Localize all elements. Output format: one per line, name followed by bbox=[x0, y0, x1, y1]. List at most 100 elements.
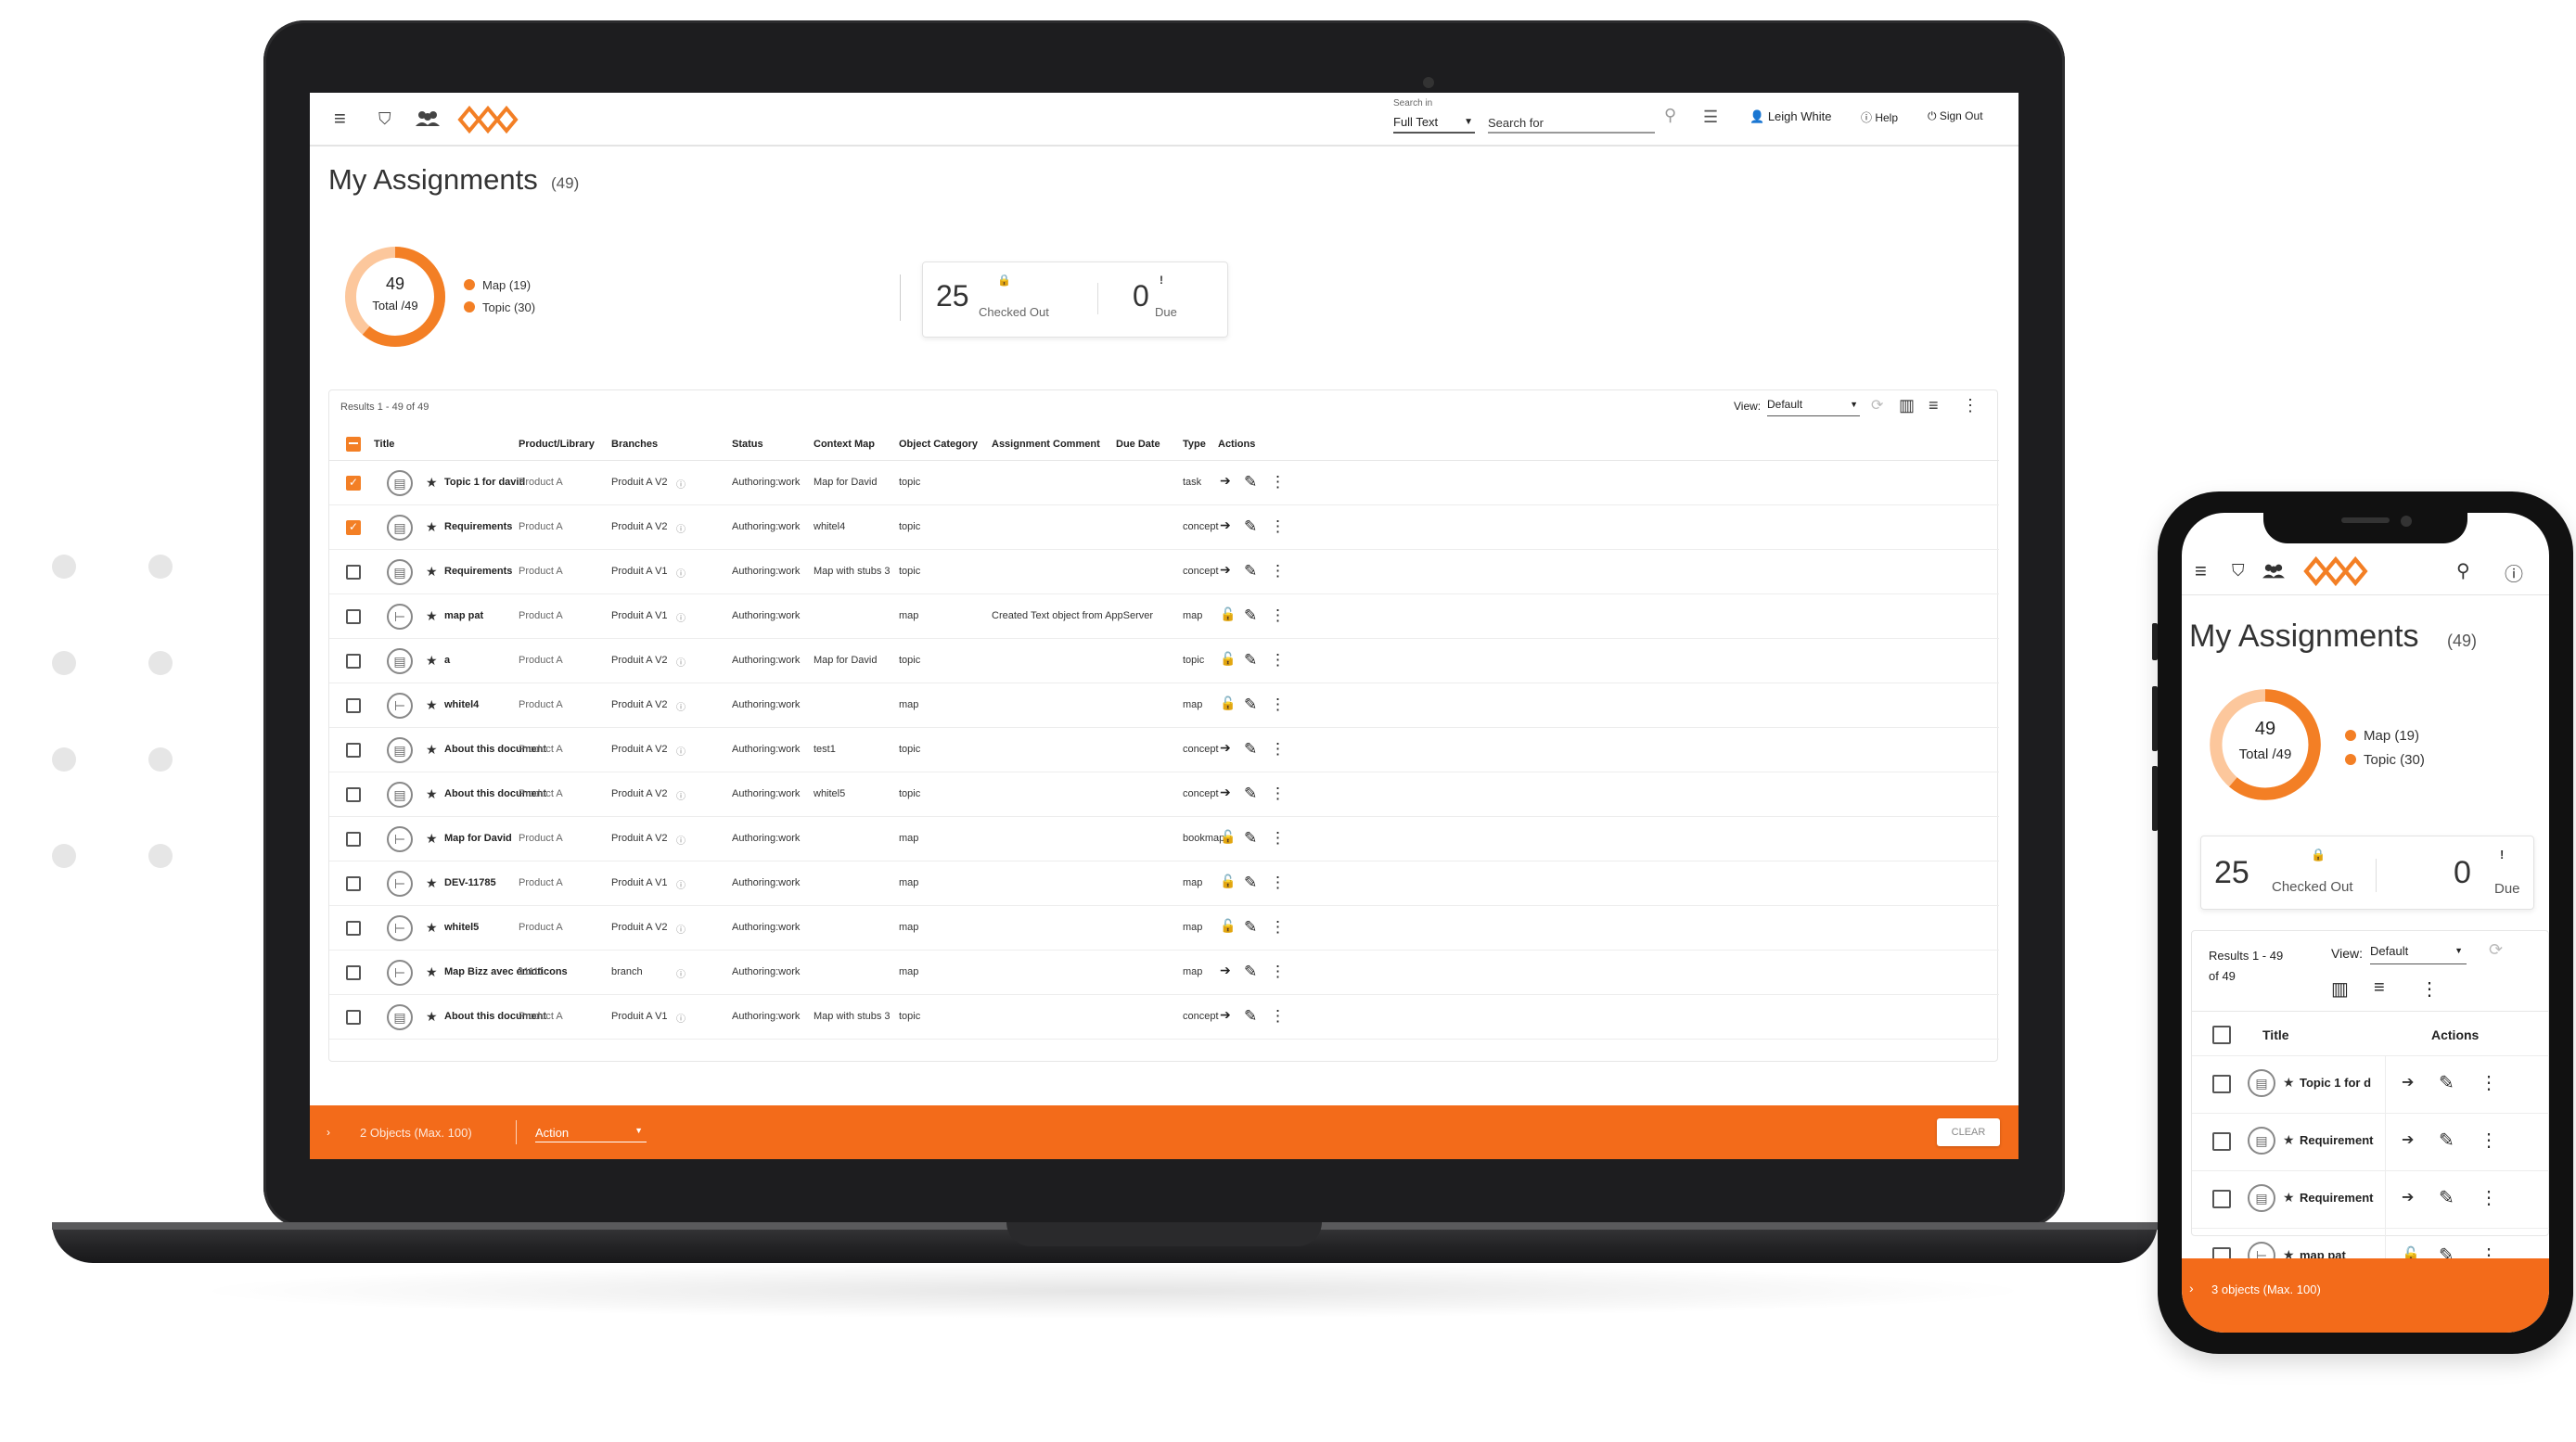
info-icon[interactable]: ⓘ bbox=[676, 655, 686, 669]
edit-pencil-icon[interactable]: ✎ bbox=[1244, 874, 1257, 892]
table-row[interactable]: ⊢ ★ map pat Product A Produit A V1 ⓘ Authoring… bbox=[329, 594, 1999, 639]
star-icon[interactable]: ★ bbox=[426, 920, 438, 936]
star-icon[interactable]: ★ bbox=[426, 564, 438, 580]
table-row[interactable]: ⊢ ★ Map for David Product A Produit A V2 ⓘ Aut… bbox=[329, 817, 1999, 861]
check-out-arrow-icon[interactable]: ➔ bbox=[1220, 785, 1231, 800]
star-icon[interactable]: ★ bbox=[426, 786, 438, 802]
row-checkbox[interactable] bbox=[346, 743, 361, 758]
row-checkbox[interactable] bbox=[2212, 1190, 2231, 1208]
help-link[interactable]: ⓘ Help bbox=[1861, 109, 1898, 125]
columns-icon[interactable]: ▥ bbox=[1899, 396, 1915, 415]
star-icon[interactable]: ★ bbox=[426, 519, 438, 535]
search-in-select[interactable]: Full Text ▼ bbox=[1393, 113, 1475, 134]
unlock-icon[interactable]: 🔓 bbox=[1220, 829, 1236, 845]
more-options-icon[interactable]: ⋮ bbox=[1270, 606, 1286, 625]
search-icon[interactable]: ⚲ bbox=[2456, 559, 2470, 582]
more-options-icon[interactable]: ⋮ bbox=[2480, 1071, 2498, 1094]
clear-button[interactable]: CLEAR bbox=[1937, 1118, 2000, 1146]
check-out-arrow-icon[interactable]: ➔ bbox=[1220, 517, 1231, 533]
check-out-arrow-icon[interactable]: ➔ bbox=[2402, 1188, 2414, 1206]
edit-pencil-icon[interactable]: ✎ bbox=[1244, 517, 1257, 536]
row-checkbox[interactable] bbox=[346, 698, 361, 713]
info-icon[interactable]: ⓘ bbox=[676, 477, 686, 491]
check-out-arrow-icon[interactable]: ➔ bbox=[1220, 740, 1231, 756]
col-context-map[interactable]: Context Map bbox=[814, 439, 875, 450]
info-icon[interactable]: ⓘ bbox=[676, 566, 686, 580]
row-checkbox[interactable] bbox=[2212, 1132, 2231, 1151]
edit-pencil-icon[interactable]: ✎ bbox=[1244, 473, 1257, 491]
table-row[interactable]: ▤ ★ a Product A Produit A V2 ⓘ Authoring:work M… bbox=[329, 639, 1999, 683]
row-title[interactable]: Requirements bbox=[444, 566, 512, 577]
star-icon[interactable]: ★ bbox=[426, 653, 438, 669]
row-checkbox[interactable] bbox=[346, 1010, 361, 1025]
more-options-icon[interactable]: ⋮ bbox=[1270, 785, 1286, 803]
bookmark-icon[interactable]: ⛉ bbox=[378, 108, 391, 130]
row-title[interactable]: whitel4 bbox=[444, 699, 479, 710]
select-all-checkbox[interactable] bbox=[2212, 1026, 2231, 1044]
table-row[interactable]: ▤ ★ About this document Product A Produit A … bbox=[329, 728, 1999, 772]
row-title[interactable]: Requirement bbox=[2300, 1133, 2383, 1147]
star-icon[interactable]: ★ bbox=[2283, 1075, 2295, 1091]
more-options-icon[interactable]: ⋮ bbox=[1270, 651, 1286, 670]
info-icon[interactable]: ⓘ bbox=[676, 922, 686, 936]
columns-icon[interactable]: ▥ bbox=[2331, 977, 2349, 1001]
table-row[interactable]: ⊢ ★ Map Bizz avec émoticons 11111 branch ⓘ Aut… bbox=[329, 951, 1999, 995]
star-icon[interactable]: ★ bbox=[426, 1009, 438, 1025]
search-input[interactable]: Search for bbox=[1488, 113, 1655, 134]
unlock-icon[interactable]: 🔓 bbox=[1220, 651, 1236, 667]
row-title[interactable]: Requirement bbox=[2300, 1191, 2383, 1205]
unlock-icon[interactable]: 🔓 bbox=[1220, 606, 1236, 622]
search-icon[interactable]: ⚲ bbox=[1664, 106, 1676, 125]
edit-pencil-icon[interactable]: ✎ bbox=[1244, 740, 1257, 759]
table-row[interactable]: ⊢ ★ whitel4 Product A Produit A V2 ⓘ Authoring… bbox=[329, 683, 1999, 728]
star-icon[interactable]: ★ bbox=[2283, 1190, 2295, 1206]
col-title[interactable]: Title bbox=[2262, 1027, 2289, 1042]
info-icon[interactable]: ⓘ bbox=[676, 521, 686, 535]
edit-pencil-icon[interactable]: ✎ bbox=[2439, 1186, 2454, 1209]
edit-pencil-icon[interactable]: ✎ bbox=[1244, 785, 1257, 803]
info-icon[interactable]: ⓘ bbox=[676, 699, 686, 713]
row-title[interactable]: Topic 1 for david bbox=[444, 477, 525, 488]
row-checkbox[interactable] bbox=[346, 565, 361, 580]
col-status[interactable]: Status bbox=[732, 439, 763, 450]
filter-icon[interactable]: ≡ bbox=[2374, 977, 2385, 999]
refresh-icon[interactable]: ⟳ bbox=[2489, 940, 2503, 960]
star-icon[interactable]: ★ bbox=[426, 831, 438, 847]
more-options-icon[interactable]: ⋮ bbox=[1270, 1007, 1286, 1026]
more-options-icon[interactable]: ⋮ bbox=[1270, 874, 1286, 892]
help-icon[interactable]: ⓘ bbox=[2505, 559, 2523, 586]
info-icon[interactable]: ⓘ bbox=[676, 610, 686, 624]
row-checkbox[interactable] bbox=[2212, 1075, 2231, 1093]
edit-pencil-icon[interactable]: ✎ bbox=[1244, 562, 1257, 581]
more-options-icon[interactable]: ⋮ bbox=[2480, 1129, 2498, 1152]
info-icon[interactable]: ⓘ bbox=[676, 788, 686, 802]
refresh-icon[interactable]: ⟳ bbox=[1871, 396, 1883, 415]
team-icon[interactable] bbox=[414, 108, 442, 130]
row-title[interactable]: DEV-11785 bbox=[444, 877, 496, 888]
more-options-icon[interactable]: ⋮ bbox=[1270, 517, 1286, 536]
table-row[interactable]: ▤ ★ Topic 1 for d ➔ ✎ ⋮ bbox=[2192, 1055, 2549, 1114]
row-checkbox[interactable] bbox=[346, 876, 361, 891]
row-checkbox[interactable] bbox=[346, 654, 361, 669]
col-product[interactable]: Product/Library bbox=[519, 439, 595, 450]
col-due-date[interactable]: Due Date bbox=[1116, 439, 1160, 450]
table-row[interactable]: ⊢ ★ whitel5 Product A Produit A V2 ⓘ Authoring… bbox=[329, 906, 1999, 951]
unlock-icon[interactable]: 🔓 bbox=[1220, 874, 1236, 889]
table-row[interactable]: ▤ ★ Requirement ➔ ✎ ⋮ bbox=[2192, 1113, 2549, 1171]
expand-chevron-icon[interactable]: › bbox=[327, 1126, 330, 1139]
edit-pencil-icon[interactable]: ✎ bbox=[2439, 1071, 2454, 1094]
hamburger-menu-icon[interactable]: ≡ bbox=[334, 108, 346, 130]
bookmark-icon[interactable]: ⛉ bbox=[2232, 561, 2245, 581]
row-title[interactable]: Map for David bbox=[444, 833, 512, 844]
star-icon[interactable]: ★ bbox=[426, 964, 438, 980]
more-options-icon[interactable]: ⋮ bbox=[1270, 963, 1286, 981]
check-out-arrow-icon[interactable]: ➔ bbox=[1220, 1007, 1231, 1023]
more-options-icon[interactable]: ⋮ bbox=[1962, 396, 1979, 415]
check-out-arrow-icon[interactable]: ➔ bbox=[1220, 473, 1231, 489]
col-type[interactable]: Type bbox=[1183, 439, 1206, 450]
edit-pencil-icon[interactable]: ✎ bbox=[1244, 606, 1257, 625]
action-select[interactable]: Action ▼ bbox=[535, 1122, 647, 1142]
edit-pencil-icon[interactable]: ✎ bbox=[1244, 829, 1257, 848]
hamburger-menu-icon[interactable]: ≡ bbox=[2195, 559, 2207, 583]
more-options-icon[interactable]: ⋮ bbox=[2480, 1186, 2498, 1209]
